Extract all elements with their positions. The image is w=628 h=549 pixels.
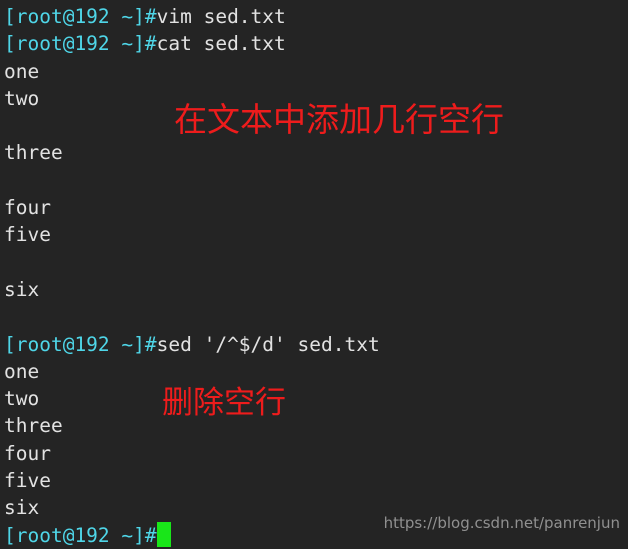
output-text: six xyxy=(4,496,40,520)
output-text: five xyxy=(4,223,51,247)
shell-prompt: [root@192 ~]# xyxy=(4,5,157,28)
output-text: one xyxy=(4,59,40,83)
terminal-line: three xyxy=(4,139,628,166)
terminal-line: four xyxy=(4,440,628,467)
terminal-line: [root@192 ~]#cat sed.txt xyxy=(4,30,628,57)
shell-command: vim sed.txt xyxy=(156,5,286,28)
terminal-line: [root@192 ~]#vim sed.txt xyxy=(4,3,628,30)
terminal-line: [root@192 ~]#sed '/^$/d' sed.txt xyxy=(4,331,628,358)
output-text: four xyxy=(4,441,51,465)
shell-prompt: [root@192 ~]# xyxy=(4,332,157,356)
annotation-delete-blank-lines: 删除空行 xyxy=(162,385,286,421)
terminal-line: one xyxy=(4,358,628,385)
terminal-output-area: [root@192 ~]#vim sed.txt [root@192 ~]#ca… xyxy=(0,0,628,549)
output-text: one xyxy=(4,359,40,383)
output-text: five xyxy=(4,469,51,493)
output-text: three xyxy=(4,414,63,438)
output-text: three xyxy=(4,141,63,165)
shell-command: sed '/^$/d' sed.txt xyxy=(156,332,380,356)
terminal-line: four xyxy=(4,194,628,221)
output-text: two xyxy=(4,86,40,110)
shell-prompt: [root@192 ~]# xyxy=(4,523,157,547)
terminal-line: three xyxy=(4,412,628,439)
watermark: https://blog.csdn.net/panrenjun xyxy=(383,514,620,532)
terminal-line: five xyxy=(4,467,628,494)
output-text: two xyxy=(4,387,40,411)
text-cursor xyxy=(156,521,171,547)
output-text: four xyxy=(4,196,51,220)
output-text: six xyxy=(4,277,40,301)
shell-prompt: [root@192 ~]# xyxy=(4,32,157,56)
terminal-line: two xyxy=(4,385,628,412)
annotation-add-blank-lines: 在文本中添加几行空行 xyxy=(174,100,504,139)
terminal-line: six xyxy=(4,276,628,303)
terminal-line: five xyxy=(4,221,628,248)
shell-command: cat sed.txt xyxy=(156,32,286,56)
terminal-line: one xyxy=(4,58,628,85)
terminal-window[interactable]: [root@192 ~]#vim sed.txt [root@192 ~]#ca… xyxy=(0,0,628,547)
